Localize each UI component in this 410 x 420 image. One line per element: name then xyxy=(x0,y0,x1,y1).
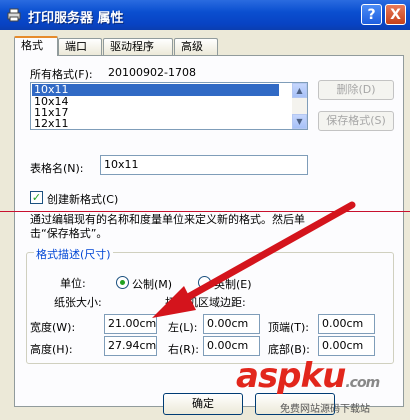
print-server-properties-window: 打印服务器 属性 ? X 格式 端口 驱动程序 高级 所有格式(F): 2010… xyxy=(0,0,410,420)
watermark-logo: aspku.com xyxy=(236,356,380,396)
tab-forms[interactable]: 格式 xyxy=(14,36,58,56)
watermark-tagline: 免费网站源码下载站 xyxy=(280,404,370,415)
watermark-suffix: .com xyxy=(345,375,380,391)
watermark-brand: aspku xyxy=(236,356,346,396)
